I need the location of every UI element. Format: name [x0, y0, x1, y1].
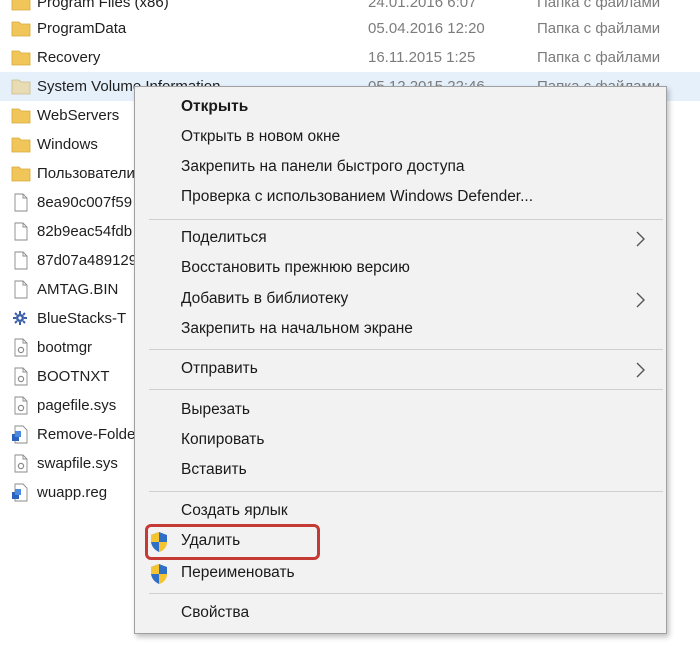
reg-file-icon: [12, 483, 28, 502]
folder-icon: [11, 0, 31, 11]
menu-label: Добавить в библиотеку: [181, 290, 349, 307]
file-type: Папка с файлами: [537, 0, 661, 11]
menu-item-create-shortcut[interactable]: Создать ярлык: [135, 497, 666, 525]
menu-label: Копировать: [181, 431, 265, 448]
file-name: 82b9eac54fdb: [37, 223, 133, 240]
menu-item-send-to[interactable]: Отправить: [135, 355, 666, 383]
menu-separator: [149, 219, 663, 220]
file-name: Recovery: [37, 49, 101, 66]
folder-icon: [11, 50, 31, 66]
chevron-right-icon: [636, 292, 645, 308]
uac-shield-icon: [151, 564, 167, 584]
menu-item-open[interactable]: Открыть: [135, 93, 666, 121]
file-name: Remove-Folde: [37, 426, 136, 443]
menu-label: Открыть: [181, 98, 249, 115]
reg-file-icon: [12, 425, 28, 444]
file-name: WebServers: [37, 107, 120, 124]
file-name: wuapp.reg: [37, 484, 108, 501]
menu-label: Открыть в новом окне: [181, 128, 341, 145]
menu-label: Переименовать: [181, 564, 295, 581]
system-file-icon: [14, 396, 28, 415]
menu-item-pin-quick-access[interactable]: Закрепить на панели быстрого доступа: [135, 153, 666, 181]
system-file-icon: [14, 454, 28, 473]
file-name: Windows: [37, 136, 98, 153]
chevron-right-icon: [636, 362, 645, 378]
system-file-icon: [14, 338, 28, 357]
folder-icon: [11, 137, 31, 153]
file-row[interactable]: Recovery 16.11.2015 1:25 Папка с файлами: [0, 43, 700, 72]
chevron-right-icon: [636, 231, 645, 247]
menu-item-add-to-library[interactable]: Добавить в библиотеку: [135, 285, 666, 313]
menu-separator: [149, 593, 663, 594]
file-name: Пользователи: [37, 165, 135, 182]
menu-separator: [149, 389, 663, 390]
folder-icon: [11, 166, 31, 182]
menu-item-open-new-window[interactable]: Открыть в новом окне: [135, 123, 666, 151]
file-type: Папка с файлами: [537, 20, 661, 37]
folder-icon: [11, 108, 31, 124]
menu-label: Вырезать: [181, 401, 250, 418]
menu-item-cut[interactable]: Вырезать: [135, 396, 666, 424]
menu-label: Восстановить прежнюю версию: [181, 259, 410, 276]
menu-item-properties[interactable]: Свойства: [135, 599, 666, 627]
menu-separator: [149, 349, 663, 350]
system-file-icon: [14, 367, 28, 386]
file-name: ProgramData: [37, 20, 127, 37]
file-name: AMTAG.BIN: [37, 281, 119, 298]
file-type: Папка с файлами: [537, 49, 661, 66]
file-name: pagefile.sys: [37, 397, 117, 414]
menu-item-restore-previous[interactable]: Восстановить прежнюю версию: [135, 254, 666, 282]
folder-icon: [11, 79, 31, 95]
menu-item-scan-defender[interactable]: Проверка с использованием Windows Defend…: [135, 183, 666, 211]
menu-label: Отправить: [181, 360, 258, 377]
file-name: 87d07a489129: [37, 252, 138, 269]
file-row[interactable]: ProgramData 05.04.2016 12:20 Папка с фай…: [0, 14, 700, 43]
menu-label: Поделиться: [181, 229, 267, 246]
file-name: swapfile.sys: [37, 455, 118, 472]
menu-item-paste[interactable]: Вставить: [135, 456, 666, 484]
file-icon: [14, 193, 28, 212]
file-icon: [14, 280, 28, 299]
menu-label: Закрепить на начальном экране: [181, 320, 413, 337]
menu-label: Закрепить на панели быстрого доступа: [181, 158, 465, 175]
file-name: BOOTNXT: [37, 368, 110, 385]
file-icon: [14, 222, 28, 241]
file-date: 24.01.2016 6:07: [368, 0, 477, 11]
file-name: Program Files (x86): [37, 0, 169, 11]
menu-label: Вставить: [181, 461, 247, 478]
menu-label: Проверка с использованием Windows Defend…: [181, 188, 534, 205]
menu-separator: [149, 491, 663, 492]
menu-label: Создать ярлык: [181, 502, 288, 519]
folder-icon: [11, 21, 31, 37]
file-date: 05.04.2016 12:20: [368, 20, 485, 37]
file-date: 16.11.2015 1:25: [368, 49, 476, 66]
file-name: 8ea90c007f59: [37, 194, 133, 211]
highlight-box: [145, 524, 320, 560]
file-icon: [14, 251, 28, 270]
menu-item-rename[interactable]: Переименовать: [135, 559, 666, 587]
menu-label: Свойства: [181, 604, 250, 621]
file-name: BlueStacks-T: [37, 310, 127, 327]
menu-item-share[interactable]: Поделиться: [135, 224, 666, 252]
bluestacks-icon: [13, 311, 27, 325]
file-name: bootmgr: [37, 339, 93, 356]
menu-item-pin-start[interactable]: Закрепить на начальном экране: [135, 315, 666, 343]
menu-item-copy[interactable]: Копировать: [135, 426, 666, 454]
